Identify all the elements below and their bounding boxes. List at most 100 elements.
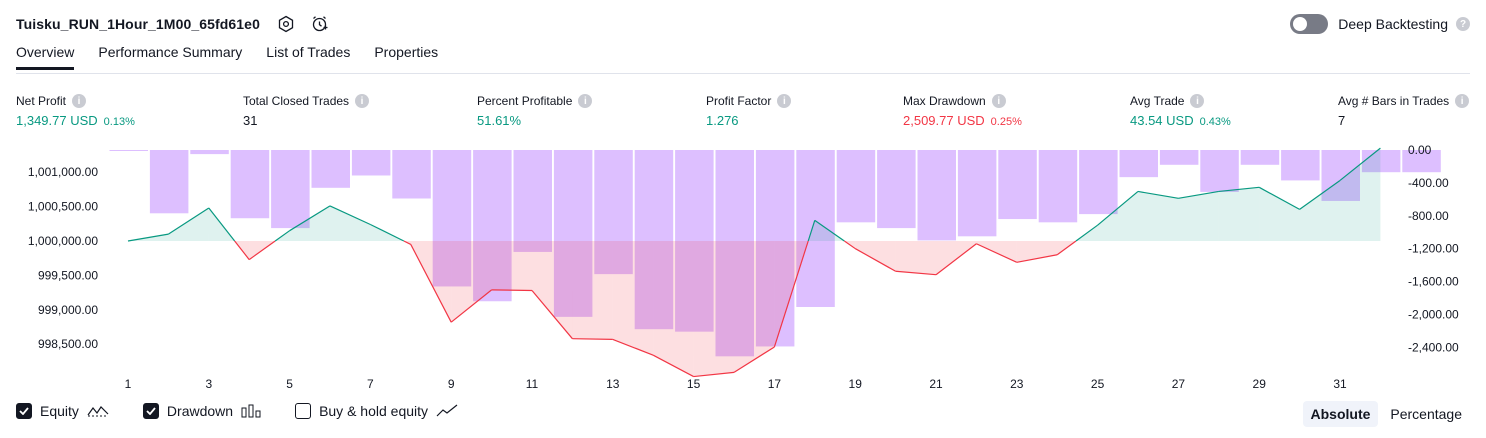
equity-line-segment <box>1075 224 1098 242</box>
x-axis-label: 21 <box>929 377 943 391</box>
equity-line-segment <box>895 270 937 276</box>
info-icon[interactable]: i <box>1455 94 1470 108</box>
deep-backtesting-label: Deep Backtesting <box>1338 16 1448 32</box>
equity-loss-area <box>693 241 734 377</box>
equity-line-segment <box>935 243 977 276</box>
equity-line-segment <box>1299 179 1341 210</box>
equity-line-segment <box>127 233 169 242</box>
tab-list-of-trades[interactable]: List of Trades <box>266 44 350 70</box>
metric-value: 1,349.77 USD <box>16 113 98 128</box>
drawdown-bar <box>594 150 633 275</box>
drawdown-bar <box>917 150 956 241</box>
equity-line-segment <box>976 243 1018 263</box>
left-axis-label: 1,000,500.00 <box>28 200 98 214</box>
buy-hold-line-icon <box>436 404 458 417</box>
metric-avg-trade: Avg Trade i 43.54 USD 0.43% <box>1130 94 1231 128</box>
equity-loss-area <box>1057 241 1076 255</box>
equity-line-segment <box>1016 254 1058 263</box>
info-icon[interactable]: i <box>1190 94 1205 108</box>
drawdown-bar <box>473 150 512 302</box>
info-icon[interactable]: i <box>578 94 593 108</box>
left-axis-label: 1,000,000.00 <box>28 234 98 248</box>
equity-profit-area <box>289 205 330 241</box>
equity-line-segment <box>208 207 236 242</box>
left-axis-label: 998,500.00 <box>38 337 98 351</box>
drawdown-bar <box>1200 150 1239 192</box>
tab-performance-summary[interactable]: Performance Summary <box>98 44 242 70</box>
equity-checkbox[interactable] <box>16 403 32 419</box>
left-axis-label: 1,001,000.00 <box>28 165 98 179</box>
add-alert-icon[interactable] <box>308 12 332 36</box>
equity-line-segment <box>773 240 809 348</box>
metric-value: 51.61% <box>477 113 522 128</box>
equity-loss-area <box>403 241 411 245</box>
equity-loss-area <box>572 241 613 340</box>
equity-profit-area <box>168 207 209 241</box>
strategy-header: Tuisku_RUN_1Hour_1M00_65fd61e0 <box>16 12 332 36</box>
equity-profit-area <box>1218 187 1260 241</box>
equity-profit-area <box>275 230 290 241</box>
drawdown-bar <box>149 150 189 214</box>
tab-overview[interactable]: Overview <box>16 44 75 70</box>
equity-line-segment <box>1258 186 1300 210</box>
chart-legend: Equity Drawdown Buy & hold equity <box>16 403 492 419</box>
equity-loss-area <box>653 241 694 377</box>
equity-line-segment <box>289 205 331 232</box>
metric-net-profit: Net Profit i 1,349.77 USD 0.13% <box>16 94 135 128</box>
equity-line-segment <box>612 338 654 356</box>
percentage-button[interactable]: Percentage <box>1382 401 1470 427</box>
buy-hold-toggle[interactable]: Buy & hold equity <box>295 403 458 419</box>
metric-value: 31 <box>243 113 258 128</box>
value-mode-switch: Absolute Percentage <box>1302 401 1471 427</box>
equity-loss-area <box>976 241 1017 263</box>
info-icon[interactable]: i <box>355 94 370 108</box>
strategy-title: Tuisku_RUN_1Hour_1M00_65fd61e0 <box>16 16 260 32</box>
drawdown-bar <box>998 150 1037 220</box>
settings-icon[interactable] <box>274 12 298 36</box>
absolute-button[interactable]: Absolute <box>1302 401 1379 427</box>
metric-label: Percent Profitable <box>477 94 573 108</box>
equity-loss-area <box>249 241 276 260</box>
equity-loss-area <box>612 241 654 356</box>
deep-backtesting-toggle[interactable] <box>1290 14 1329 34</box>
tab-properties[interactable]: Properties <box>374 44 438 70</box>
equity-loss-area <box>855 241 896 272</box>
x-axis-label: 1 <box>125 377 132 391</box>
x-axis-label: 15 <box>687 377 701 391</box>
x-axis-label: 5 <box>286 377 293 391</box>
equity-line-segment <box>1218 186 1260 193</box>
drawdown-toggle[interactable]: Drawdown <box>142 403 261 419</box>
drawdown-bar <box>109 150 148 151</box>
x-axis-label: 23 <box>1010 377 1024 391</box>
info-icon[interactable]: i <box>72 94 87 108</box>
equity-line-segment <box>370 223 405 242</box>
drawdown-bar <box>271 150 310 229</box>
info-icon[interactable]: i <box>777 94 792 108</box>
equity-line-segment <box>693 371 735 378</box>
equity-line-segment <box>274 230 290 242</box>
drawdown-bar <box>230 150 270 219</box>
equity-line-segment <box>248 240 276 261</box>
help-icon[interactable]: ? <box>1456 17 1470 31</box>
buy-hold-checkbox[interactable] <box>295 403 312 419</box>
info-icon[interactable]: i <box>991 94 1006 108</box>
metric-percent: 0.43% <box>1199 116 1231 128</box>
equity-profit-area <box>808 220 815 241</box>
drawdown-bar <box>957 150 997 237</box>
equity-loss-area <box>936 241 977 275</box>
drawdown-bar <box>1321 150 1360 201</box>
drawdown-checkbox[interactable] <box>142 403 159 419</box>
metric-label: Net Profit <box>16 94 67 108</box>
drawdown-label: Drawdown <box>166 403 234 419</box>
left-axis-label: 999,000.00 <box>38 303 98 317</box>
x-axis-label: 25 <box>1091 377 1105 391</box>
equity-loss-area <box>234 241 250 260</box>
equity-line-segment <box>1339 147 1381 181</box>
right-axis-label: -1,200.00 <box>1408 242 1459 256</box>
equity-toggle[interactable]: Equity <box>16 403 109 419</box>
equity-line-segment <box>531 290 573 340</box>
metric-percent: 0.25% <box>990 116 1022 128</box>
drawdown-bar <box>311 150 350 188</box>
equity-loss-area <box>895 241 936 275</box>
drawdown-bar <box>553 150 593 317</box>
